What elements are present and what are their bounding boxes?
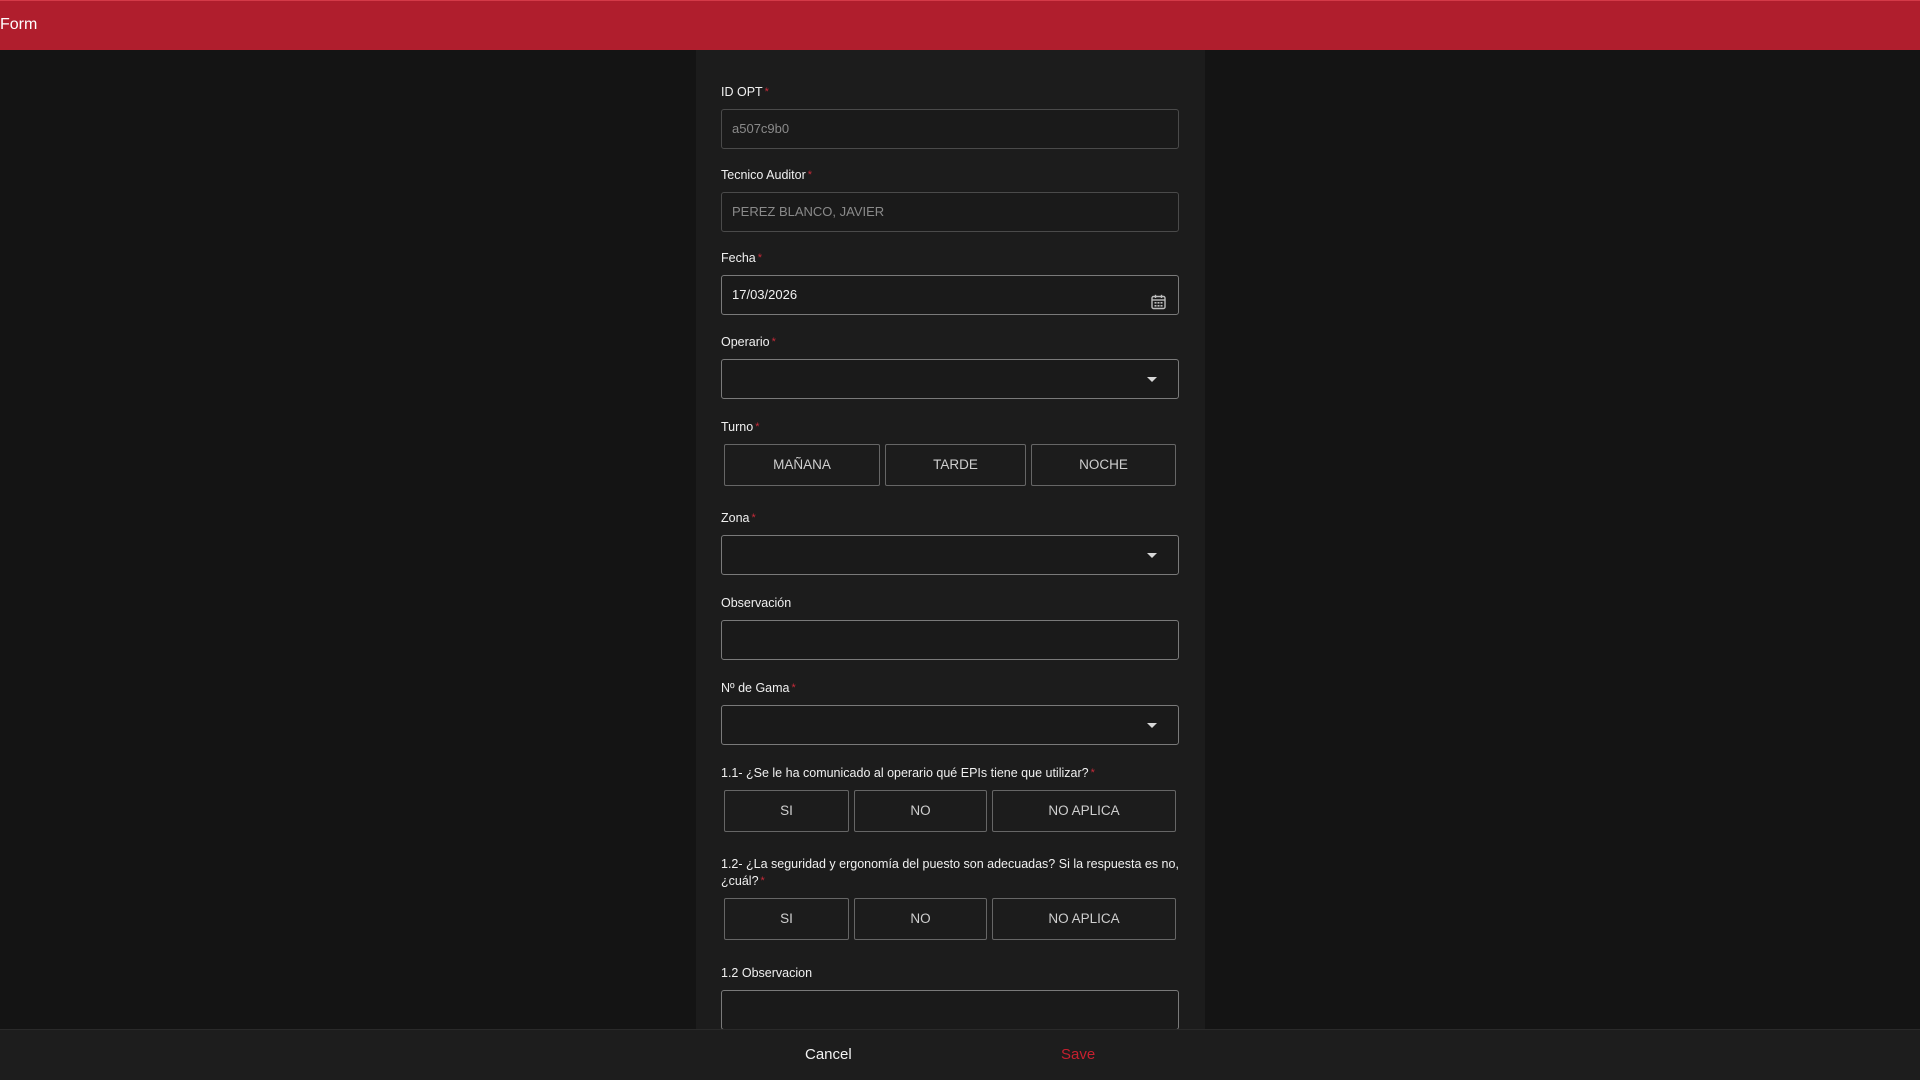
turno-field: Turno * MAÑANA TARDE NOCHE <box>721 419 1179 486</box>
fecha-field: Fecha * 17/03/2026 <box>721 250 1179 315</box>
observacion-1-2-label: 1.2 Observacion <box>721 966 813 980</box>
operario-select[interactable] <box>721 359 1179 399</box>
page-title: Form <box>0 16 38 33</box>
q1-2-no-aplica-button[interactable]: NO APLICA <box>992 898 1176 940</box>
q1-1-si-button[interactable]: SI <box>724 790 849 832</box>
turno-manana-button[interactable]: MAÑANA <box>724 444 880 486</box>
top-app-bar: Form <box>0 0 1920 50</box>
required-marker: * <box>791 682 796 694</box>
tecnico-auditor-input[interactable]: PEREZ BLANCO, JAVIER <box>721 192 1179 232</box>
fecha-input[interactable]: 17/03/2026 <box>721 275 1179 315</box>
form-panel: ID OPT * a507c9b0 Tecnico Auditor * PEREZ … <box>696 50 1205 1030</box>
id-opt-label: ID OPT * <box>721 84 1179 101</box>
zona-label-text: Zona <box>721 511 750 525</box>
q1-1-no-aplica-button[interactable]: NO APLICA <box>992 790 1176 832</box>
id-opt-label-text: ID OPT <box>721 85 763 99</box>
required-marker: * <box>757 252 763 264</box>
observacion-label: Observación <box>721 596 792 610</box>
question-1-1-label: 1.1- ¿Se le ha comunicado al operario qu… <box>721 765 1179 782</box>
observacion-field: Observación <box>721 595 1179 660</box>
required-marker: * <box>1090 767 1095 779</box>
q1-2-no-button[interactable]: NO <box>854 898 987 940</box>
turno-noche-button[interactable]: NOCHE <box>1031 444 1176 486</box>
required-marker: * <box>755 421 760 433</box>
required-marker: * <box>760 875 765 887</box>
q1-2-si-button[interactable]: SI <box>724 898 849 940</box>
required-marker: * <box>807 169 813 181</box>
chevron-down-icon <box>1147 377 1157 382</box>
required-marker: * <box>751 512 756 524</box>
zona-select[interactable] <box>721 535 1179 575</box>
question-1-2-button-group: SI NO NO APLICA <box>721 898 1179 940</box>
tecnico-auditor-label-text: Tecnico Auditor <box>721 168 806 182</box>
operario-label-text: Operario <box>721 335 770 349</box>
question-1-2-field: 1.2- ¿La seguridad y ergonomía del puest… <box>721 856 1179 940</box>
observacion-1-2-field: 1.2 Observacion <box>721 965 1179 1030</box>
turno-label: Turno * <box>721 419 1179 436</box>
question-1-1-button-group: SI NO NO APLICA <box>721 790 1179 832</box>
tecnico-auditor-field: Tecnico Auditor * PEREZ BLANCO, JAVIER <box>721 167 1179 232</box>
fecha-label: Fecha * <box>721 250 1179 267</box>
save-button[interactable]: Save <box>1061 1046 1095 1063</box>
turno-label-text: Turno <box>721 420 754 434</box>
required-marker: * <box>771 336 776 348</box>
gama-select[interactable] <box>721 705 1179 745</box>
question-1-1-field: 1.1- ¿Se le ha comunicado al operario qu… <box>721 765 1179 832</box>
tecnico-auditor-label: Tecnico Auditor * <box>721 167 1179 184</box>
required-marker: * <box>764 86 769 98</box>
zona-field: Zona * <box>721 510 1179 575</box>
question-1-2-label: 1.2- ¿La seguridad y ergonomía del puest… <box>721 856 1179 890</box>
fecha-label-text: Fecha <box>721 251 756 265</box>
gama-field: Nº de Gama * <box>721 680 1179 745</box>
observacion-1-2-input[interactable] <box>721 990 1179 1030</box>
operario-label: Operario * <box>721 334 1179 351</box>
calendar-icon[interactable] <box>1151 287 1166 325</box>
turno-button-group: MAÑANA TARDE NOCHE <box>721 444 1179 486</box>
chevron-down-icon <box>1147 553 1157 558</box>
observacion-input[interactable] <box>721 620 1179 660</box>
q1-1-no-button[interactable]: NO <box>854 790 987 832</box>
question-1-2-text: 1.2- ¿La seguridad y ergonomía del puest… <box>721 857 1179 888</box>
chevron-down-icon <box>1147 723 1157 728</box>
turno-tarde-button[interactable]: TARDE <box>885 444 1026 486</box>
question-1-1-text: 1.1- ¿Se le ha comunicado al operario qu… <box>721 766 1089 780</box>
id-opt-field: ID OPT * a507c9b0 <box>721 84 1179 149</box>
gama-label: Nº de Gama * <box>721 680 1179 697</box>
fecha-value: 17/03/2026 <box>732 287 798 302</box>
id-opt-input[interactable]: a507c9b0 <box>721 109 1179 149</box>
operario-field: Operario * <box>721 334 1179 399</box>
cancel-button[interactable]: Cancel <box>805 1046 852 1063</box>
gama-label-text: Nº de Gama <box>721 681 790 695</box>
zona-label: Zona * <box>721 510 1179 527</box>
footer-action-bar: Cancel Save <box>0 1029 1920 1080</box>
